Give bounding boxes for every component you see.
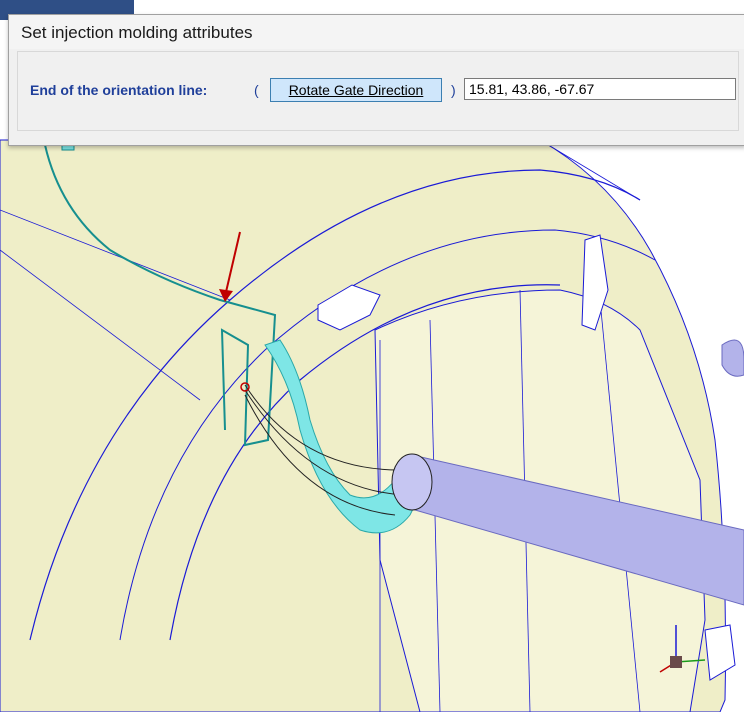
- sprue-fragment: [721, 339, 744, 377]
- dialog-title: Set injection molding attributes: [21, 23, 253, 42]
- injection-molding-dialog: Set injection molding attributes End of …: [8, 14, 744, 146]
- paren-close: ): [451, 82, 456, 98]
- sprue-end: [391, 453, 433, 511]
- dialog-titlebar[interactable]: Set injection molding attributes: [9, 15, 744, 49]
- rotate-gate-direction-button[interactable]: Rotate Gate Direction: [270, 78, 442, 102]
- paren-open: (: [254, 82, 259, 98]
- molded-part[interactable]: [0, 139, 736, 712]
- orientation-line-label: End of the orientation line:: [30, 82, 208, 98]
- dialog-body: End of the orientation line: ( Rotate Ga…: [17, 51, 739, 131]
- orientation-coordinates-input[interactable]: [464, 78, 736, 100]
